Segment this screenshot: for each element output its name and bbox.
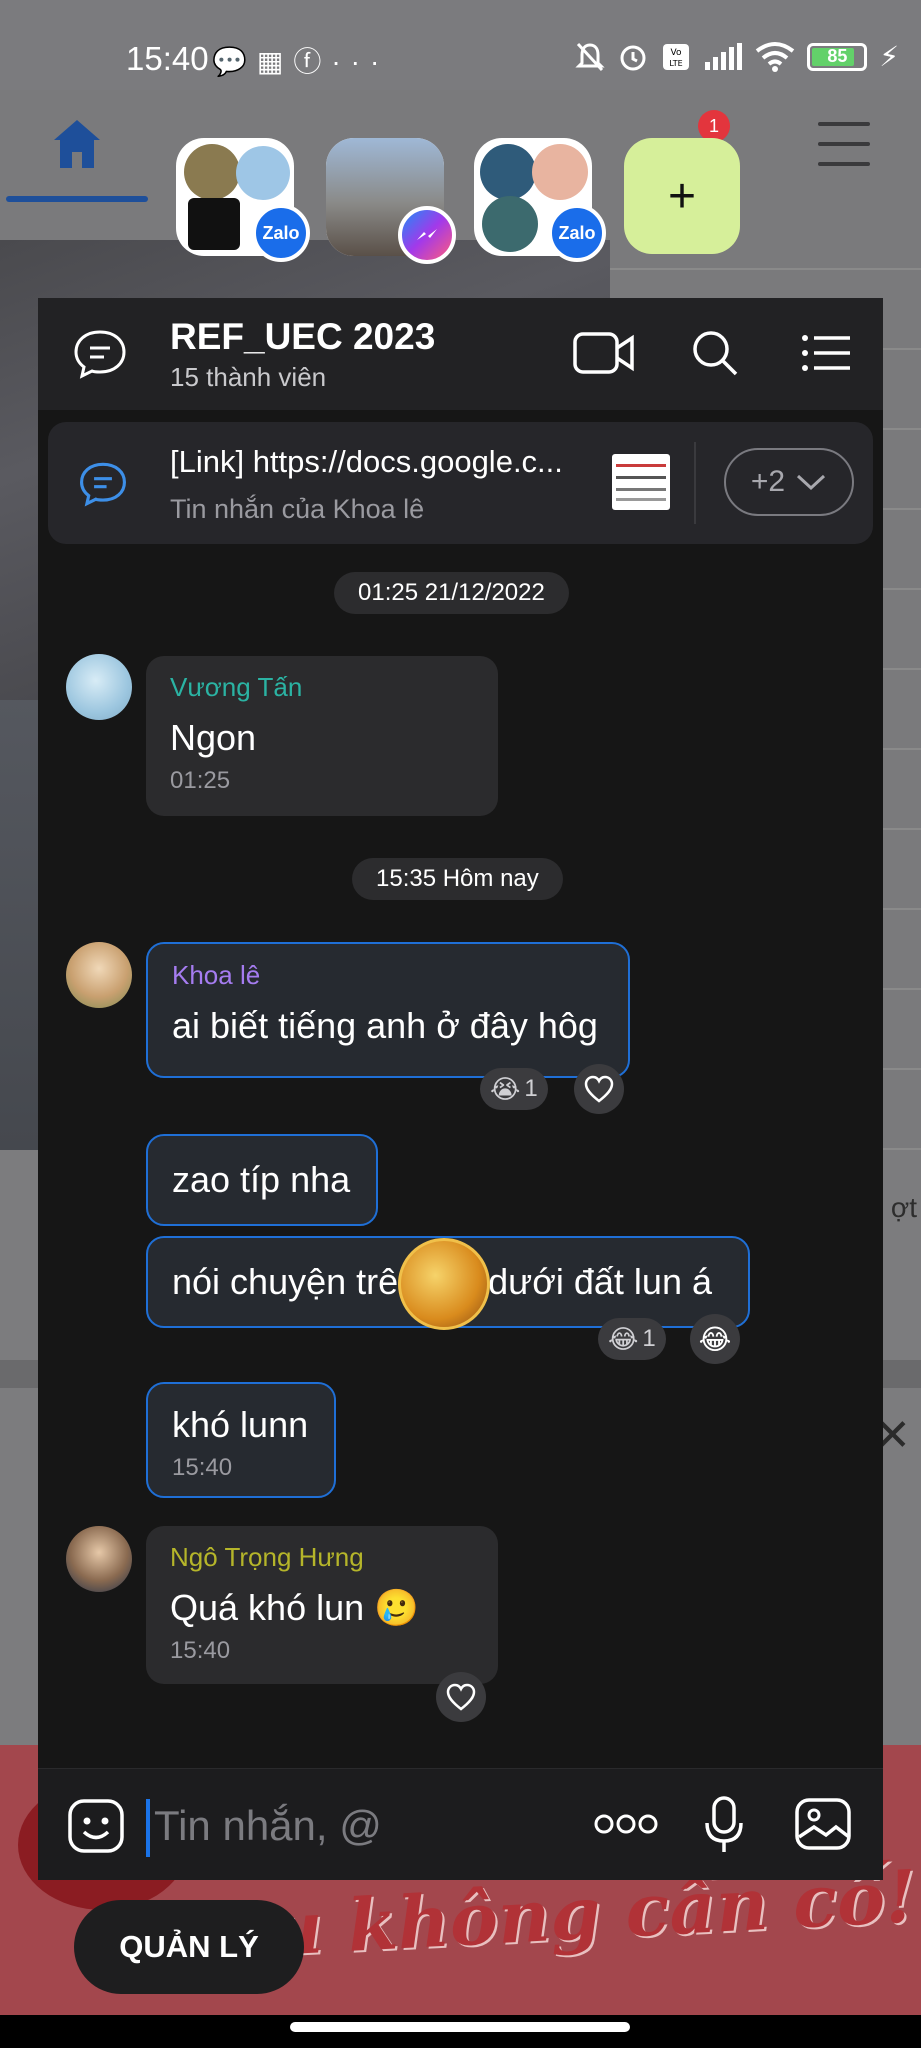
reaction-chip[interactable]: 😭 1: [480, 1068, 548, 1110]
message-sender: Ngô Trọng Hưng: [170, 1542, 364, 1572]
message-time: 01:25: [170, 767, 231, 794]
avatar[interactable]: [66, 942, 132, 1008]
home-tab-indicator: [6, 196, 148, 202]
message-input[interactable]: [154, 1791, 574, 1861]
bell-off-icon: [575, 42, 605, 71]
message-bubble[interactable]: zao típ nha: [146, 1134, 378, 1226]
message-text: khó lunn: [172, 1404, 309, 1445]
zalo-badge-icon: Zalo: [252, 204, 310, 262]
background-partial-text: ợt: [890, 1192, 917, 1223]
message-bubble[interactable]: Khoa lê ai biết tiếng anh ở đây hôg: [146, 942, 630, 1078]
home-indicator[interactable]: [290, 2022, 630, 2032]
chat-icon[interactable]: [72, 328, 128, 385]
member-count: 15 thành viên: [170, 362, 327, 392]
search-icon[interactable]: [690, 328, 740, 383]
battery-icon: 85: [807, 42, 868, 71]
battery-level: 85: [827, 46, 848, 66]
message-bubble[interactable]: khó lunn 15:40: [146, 1382, 336, 1498]
avatar: [532, 144, 588, 200]
more-options-icon[interactable]: [594, 1811, 658, 1842]
heart-react-icon[interactable]: [436, 1672, 486, 1722]
message-text: Quá khó lun 🥲: [170, 1587, 419, 1628]
avatar: [188, 198, 240, 250]
pinned-more-button[interactable]: +2: [724, 448, 854, 516]
laughing-react-icon[interactable]: 😂: [690, 1314, 740, 1364]
reaction-count: 1: [642, 1325, 656, 1352]
message-bubble[interactable]: Vương Tấn Ngon 01:25: [146, 656, 498, 816]
avatar: [236, 146, 290, 200]
message-text: zao típ nha: [172, 1159, 351, 1200]
message-input-bar: [38, 1768, 883, 1880]
pinned-title: [Link] https://docs.google.c...: [170, 444, 563, 479]
reaction-chip[interactable]: 😂 1: [598, 1318, 666, 1360]
signal-icon: [705, 42, 743, 70]
date-separator: 01:25 21/12/2022: [334, 572, 569, 614]
status-right-icons: Vo LTE 85 ⚡: [575, 40, 899, 73]
pinned-more-count: +2: [750, 465, 786, 498]
pinned-message[interactable]: [Link] https://docs.google.c... Tin nhắn…: [48, 422, 873, 544]
text-caret: [146, 1799, 150, 1857]
image-gallery-icon[interactable]: [794, 1797, 852, 1856]
avatar: [184, 144, 240, 200]
grid-app-icon: ▦: [256, 46, 294, 77]
status-left-icons: 💬▦ⓕ···: [212, 40, 389, 80]
zalo-badge-icon: Zalo: [548, 204, 606, 262]
heart-react-icon[interactable]: [574, 1064, 624, 1114]
chat-title: REF_UEC 2023: [170, 316, 436, 357]
avatar[interactable]: [66, 654, 132, 720]
message-text: nói chuyện trê: [172, 1261, 399, 1302]
manage-button[interactable]: QUẢN LÝ: [74, 1900, 304, 1994]
charging-icon: ⚡: [879, 41, 899, 72]
divider: [694, 442, 696, 524]
background-nav-bar: [0, 90, 921, 240]
messenger-badge-icon: [398, 206, 456, 264]
microphone-icon[interactable]: [702, 1795, 746, 1860]
alarm-icon: [620, 45, 646, 70]
wifi-icon: [756, 41, 795, 72]
avatar: [480, 144, 536, 200]
svg-text:LTE: LTE: [670, 59, 683, 68]
message-sender: Vương Tấn: [170, 672, 303, 702]
status-time: 15:40: [126, 40, 209, 77]
message-time: 15:40: [170, 1637, 231, 1664]
video-call-icon[interactable]: [572, 328, 636, 383]
add-bubble-button[interactable]: +: [624, 138, 740, 254]
facebook-icon: ⓕ: [293, 46, 332, 77]
volte-icon: VoLTE: [663, 43, 690, 70]
message-time: 15:40: [172, 1454, 233, 1481]
more-dots-icon: ···: [331, 46, 390, 77]
message-sender: Khoa lê: [172, 960, 261, 990]
avatar: [482, 196, 538, 252]
message-text: ai biết tiếng anh ở đây hôg: [172, 1005, 598, 1046]
reaction-count: 1: [524, 1075, 538, 1102]
chat-panel: REF_UEC 2023 15 thành viên [Link] https:…: [38, 298, 883, 1880]
chat-header: REF_UEC 2023 15 thành viên: [38, 298, 883, 410]
laughing-emoji-icon: 😂: [608, 1323, 639, 1354]
avatar[interactable]: [66, 1526, 132, 1592]
pinned-chat-icon: [78, 460, 128, 513]
pinned-thumbnail: [612, 454, 670, 510]
message-bubble[interactable]: Ngô Trọng Hưng Quá khó lun 🥲 15:40: [146, 1526, 498, 1684]
crying-emoji-icon: 😭: [490, 1073, 521, 1104]
hamburger-menu-icon[interactable]: [818, 122, 870, 168]
svg-text:Vo: Vo: [671, 48, 682, 58]
message-text: Ngon: [170, 717, 257, 758]
options-list-icon[interactable]: [800, 328, 852, 383]
chat-bubble-icon: 💬: [212, 46, 257, 77]
sticker-emoji-icon[interactable]: [66, 1797, 126, 1860]
home-icon[interactable]: [50, 116, 104, 177]
date-separator: 15:35 Hôm nay: [352, 858, 563, 900]
message-text: dưới đất lun á: [488, 1261, 712, 1302]
sticker-image[interactable]: [398, 1238, 490, 1330]
chevron-down-icon: [797, 474, 826, 491]
status-bar: 15:40 💬▦ⓕ··· Vo LTE 85 ⚡: [0, 0, 921, 90]
pinned-subtitle: Tin nhắn của Khoa lê: [170, 494, 425, 524]
